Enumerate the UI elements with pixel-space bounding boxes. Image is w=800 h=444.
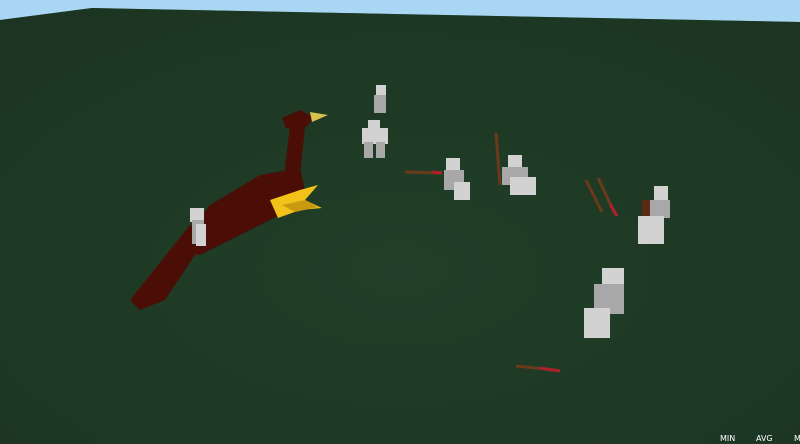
game-viewport[interactable] xyxy=(0,0,800,444)
hud-avg-label: AVG xyxy=(756,434,773,443)
performance-hud: MIN AVG M xyxy=(700,434,800,444)
ground-shading xyxy=(0,8,800,444)
hud-max-label: M xyxy=(794,434,800,443)
spear-item-1[interactable] xyxy=(404,170,443,175)
hud-min-label: MIN xyxy=(720,434,736,443)
player-figure-1[interactable] xyxy=(190,208,206,246)
